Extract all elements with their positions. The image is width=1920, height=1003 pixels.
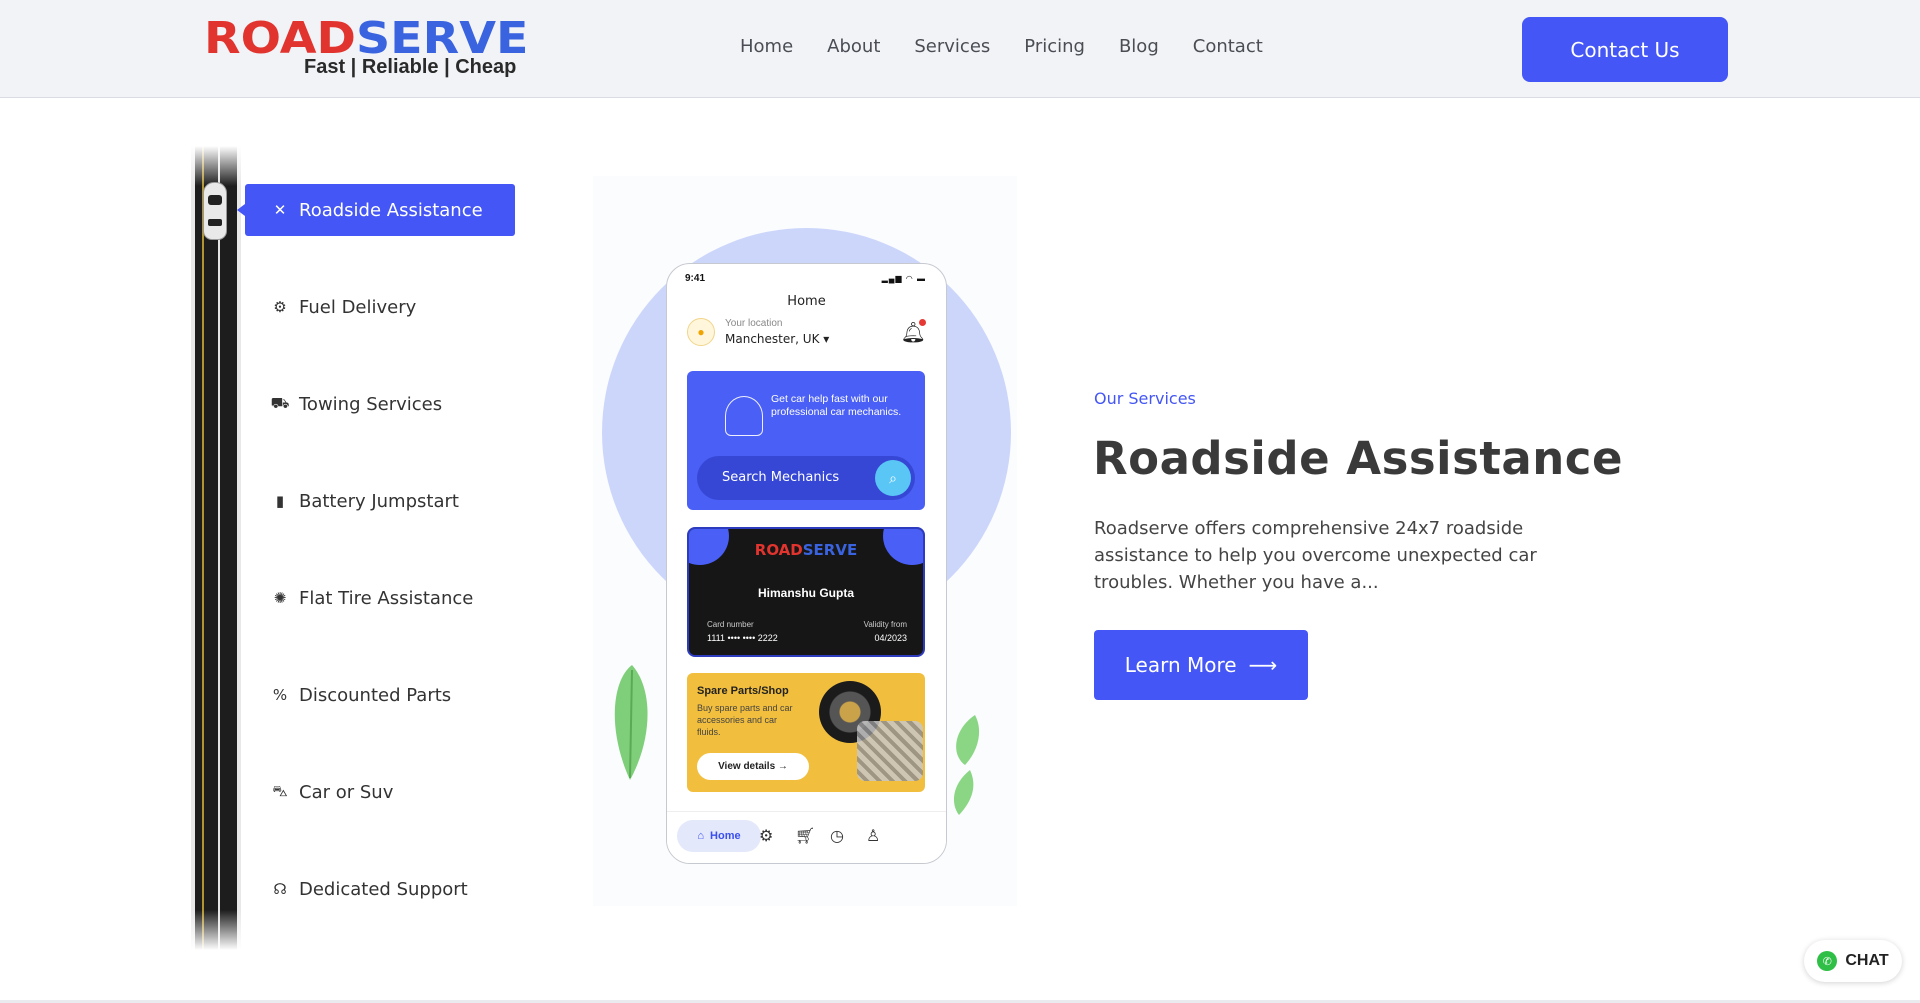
section-eyebrow: Our Services [1094,389,1196,408]
tow-truck-icon: ⛟ [270,394,290,412]
leaf-decoration-right [953,715,980,815]
road-fade-bottom [191,910,241,950]
home-icon: ⌂ [697,830,705,842]
mechanic-help-card: Get car help fast with our professional … [687,371,925,510]
service-label: Fuel Delivery [299,296,417,318]
service-item-discounted-parts[interactable]: % Discounted Parts [245,669,451,721]
service-heading: Roadside Assistance [1093,432,1623,485]
learn-more-button[interactable]: Learn More ⟶ [1094,630,1308,700]
chevron-down-icon: ▾ [823,332,830,346]
search-mechanics-bar: Search Mechanics ⌕ [697,456,915,500]
chat-button[interactable]: ✆ CHAT [1804,940,1902,982]
clock-icon: ◷ [830,828,844,845]
car-icon [203,182,227,240]
logo-tagline: Fast | Reliable | Cheap [304,56,517,78]
nav-pricing[interactable]: Pricing [1024,36,1085,57]
battery-icon: ▮ [275,492,285,510]
road-illustration [191,146,241,950]
spare-parts-card: Spare Parts/Shop Buy spare parts and car… [687,673,925,792]
leaf-decoration-left [614,665,648,780]
main-nav: Home About Services Pricing Blog Contact [740,36,1297,57]
phone-tab-bar: ⌂ Home ⚙ 🛒︎ ◷ ♙ [667,811,946,863]
nav-about[interactable]: About [827,36,880,57]
service-label: Discounted Parts [299,684,452,706]
arrow-right-icon: → [777,761,788,772]
nav-blog[interactable]: Blog [1119,36,1159,57]
car-parts-image [857,721,923,781]
logo-wordmark: ROADSERVE [204,13,529,64]
service-description: Roadserve offers comprehensive 24x7 road… [1094,518,1537,593]
service-label: Towing Services [299,393,443,415]
nav-contact[interactable]: Contact [1193,36,1263,57]
location-label: Your location [725,318,783,329]
car-icon: ⛍ [272,782,288,800]
card-number-label: Card number [707,620,754,629]
service-item-dedicated-support[interactable]: ☊ Dedicated Support [245,863,468,915]
notification-dot [919,319,926,326]
phone-screen-title: Home [787,294,826,309]
service-label: Dedicated Support [299,878,468,900]
service-item-flat-tire-assistance[interactable]: ✺ Flat Tire Assistance [245,572,474,624]
phone-time: 9:41 [685,273,706,284]
card-number: 1111 •••• •••• 2222 [707,633,778,643]
card-holder-name: Himanshu Gupta [757,586,854,600]
cart-icon: 🛒︎ [795,828,816,845]
road-fade-top [191,146,241,186]
phone-mockup: 9:41 ▂▄▆ ◠ ▬ Home ● Your location Manche… [666,263,947,864]
card-validity: 04/2023 [874,633,907,643]
tire-icon: ✺ [273,589,287,607]
whatsapp-icon: ✆ [1817,951,1838,971]
settings-icon: ⚙ [759,828,774,845]
service-item-battery-jumpstart[interactable]: ▮ Battery Jumpstart [245,475,459,527]
phone-status-icons: ▂▄▆ ◠ ▬ [881,274,926,283]
shop-description: Buy spare parts and car accessories and … [697,703,793,737]
service-item-fuel-delivery[interactable]: ⚙ Fuel Delivery [245,281,416,333]
gear-icon: ⚙ [273,298,287,316]
location-pin-icon: ● [687,318,715,346]
service-label: Battery Jumpstart [299,490,459,512]
search-icon: ⌕ [875,460,911,496]
card-logo: ROADSERVE [754,541,858,559]
nav-services[interactable]: Services [914,36,990,57]
help-text: Get car help fast with our professional … [771,393,902,418]
mechanic-icon [725,396,763,436]
search-mechanics-label: Search Mechanics [722,470,840,485]
percent-badge-icon: % [272,686,288,704]
site-header: ROADSERVE Fast | Reliable | Cheap Home A… [0,0,1920,98]
service-item-towing-services[interactable]: ⛟ Towing Services [245,378,443,430]
shop-title: Spare Parts/Shop [697,685,789,697]
service-label: Roadside Assistance [299,199,483,221]
service-item-roadside-assistance[interactable]: ✕ Roadside Assistance [237,184,515,236]
arrow-right-icon: ⟶ [1248,653,1278,677]
chat-label: CHAT [1845,952,1889,969]
contact-us-button[interactable]: Contact Us [1522,17,1728,82]
view-details-button: View details → [697,753,809,780]
nav-home[interactable]: Home [740,36,793,57]
service-label: Car or Suv [299,781,394,803]
roadserve-logo[interactable]: ROADSERVE Fast | Reliable | Cheap [204,17,528,79]
wrench-screwdriver-icon: ✕ [273,201,287,219]
card-validity-label: Validity from [863,620,907,629]
membership-card: ROADSERVE Himanshu Gupta Card number 111… [687,527,925,657]
service-item-car-or-suv[interactable]: ⛍ Car or Suv [245,766,393,818]
tab-home: ⌂ Home [677,820,761,852]
location-value: Manchester, UK ▾ [725,332,830,346]
headset-icon: ☊ [273,880,287,898]
user-icon: ♙ [866,828,881,845]
service-label: Flat Tire Assistance [299,587,474,609]
learn-more-label: Learn More [1124,653,1237,677]
